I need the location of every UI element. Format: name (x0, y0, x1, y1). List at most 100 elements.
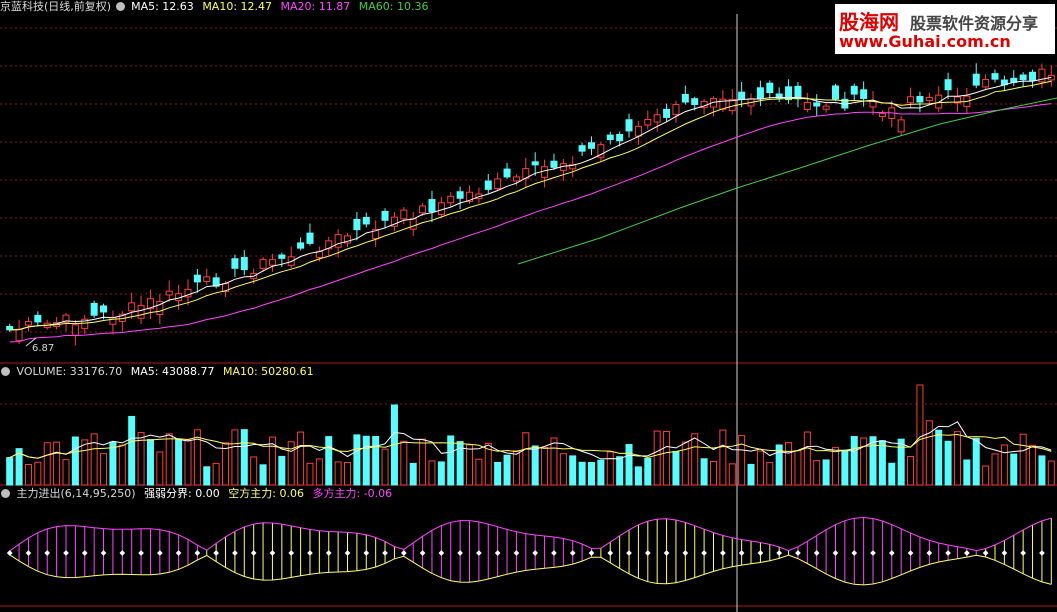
volume-bar (475, 458, 483, 486)
strong-weak-marker (138, 550, 144, 556)
volume-bar (362, 435, 370, 486)
strong-weak-marker (269, 550, 276, 556)
volume-bar (344, 461, 352, 486)
ma60-line (517, 97, 1057, 265)
settings-icon[interactable] (115, 2, 125, 11)
indicator-settings-icon[interactable] (1, 489, 10, 498)
candle-body (278, 254, 286, 259)
candle-body (100, 305, 108, 313)
strong-weak-marker (663, 550, 670, 556)
candle-body (587, 142, 595, 149)
kong-line (9, 554, 1052, 586)
volume-bar (907, 456, 915, 486)
strong-weak-marker (476, 550, 482, 556)
candle-body (400, 209, 408, 220)
candle-body (15, 328, 23, 342)
watermark-slogan: 股票软件资源分享 (909, 14, 1038, 33)
volume-bar (212, 462, 220, 486)
volume-bar (222, 442, 230, 486)
volume-bar (259, 464, 267, 486)
volume-bar (522, 432, 530, 486)
candle-body (409, 218, 417, 230)
candle-body (935, 94, 943, 109)
volume-bar (466, 444, 474, 486)
stock-chart-window: 6.87 京蓝科技(日线,前复权) MA5: 12.63 MA10: 12.47… (0, 0, 1057, 612)
volume-bar (34, 461, 42, 486)
volume-bar (841, 450, 849, 486)
strong-weak-marker (532, 550, 539, 556)
strong-weak-marker (926, 550, 933, 556)
candle-body (803, 102, 811, 110)
volume-bar (128, 415, 136, 486)
candle-body (850, 85, 858, 95)
strong-weak-marker (945, 550, 951, 556)
candle-body (353, 218, 361, 231)
candle-body (625, 119, 633, 132)
volume-bar (972, 437, 980, 486)
candle-body (1029, 71, 1037, 81)
strong-weak-marker (494, 550, 501, 556)
candle-body (231, 258, 239, 269)
ma10-label: MA10: 12.47 (202, 0, 273, 13)
candle-body (541, 166, 549, 178)
candle-body (334, 234, 342, 248)
volume-bar (803, 431, 811, 486)
volume-bar (569, 455, 577, 486)
strong-weak-marker (6, 550, 13, 556)
volume-bar (71, 436, 79, 486)
volume-settings-icon[interactable] (1, 367, 10, 376)
candle-body (616, 133, 624, 142)
strong-weak-marker (119, 550, 126, 556)
volume-bar (1010, 453, 1018, 486)
candle-body (813, 102, 821, 107)
stock-title[interactable]: 京蓝科技(日线,前复权) (0, 0, 111, 13)
candle-body (71, 324, 79, 336)
volume-bar (231, 429, 239, 486)
candle-body (259, 259, 267, 269)
candle-body (672, 103, 680, 115)
volume-bar (756, 450, 764, 486)
volume-bar (1019, 433, 1027, 486)
candle-body (860, 89, 868, 99)
volume-bar (785, 442, 793, 486)
strong-weak-marker (907, 550, 914, 556)
candle-body (503, 168, 511, 178)
strong-weak-marker (738, 550, 745, 556)
candle-body (90, 302, 98, 316)
strong-weak-marker (607, 550, 614, 556)
volume-bar (1029, 444, 1037, 486)
volume-bar (503, 454, 511, 486)
volume-bar (175, 438, 183, 486)
volume-bar (165, 433, 173, 486)
volume-bar (616, 456, 624, 486)
candle-body (268, 259, 276, 266)
chart-canvas[interactable]: 6.87 (0, 0, 1057, 612)
volume-bar (1047, 460, 1055, 486)
volume-bar (109, 441, 117, 486)
volume-bar (437, 461, 445, 486)
candle-body (578, 145, 586, 152)
volume-bar (325, 436, 333, 486)
strong-weak-marker (832, 550, 839, 556)
candle-body (738, 91, 746, 100)
volume-panel-header: VOLUME: 33176.70 MA5: 43088.77 MA10: 502… (0, 365, 319, 379)
volume-bar (916, 384, 924, 486)
candle-body (306, 232, 314, 244)
candle-body (128, 302, 136, 312)
volume-bar (700, 458, 708, 486)
strong-weak-label: 强弱分界: 0.00 (144, 487, 220, 500)
volume-bar (897, 438, 905, 486)
candle-body (944, 79, 952, 91)
volume-bar (587, 462, 595, 486)
strong-weak-marker (250, 550, 257, 556)
candle-body (381, 210, 389, 221)
candle-body (203, 276, 211, 282)
strong-weak-marker (569, 550, 576, 556)
volume-bar (672, 451, 680, 486)
volume-bar (353, 434, 361, 486)
strong-weak-marker (175, 550, 182, 556)
volume-bar (709, 460, 717, 486)
strong-weak-marker (720, 550, 726, 556)
candle-body (606, 134, 614, 141)
volume-bar (850, 436, 858, 486)
